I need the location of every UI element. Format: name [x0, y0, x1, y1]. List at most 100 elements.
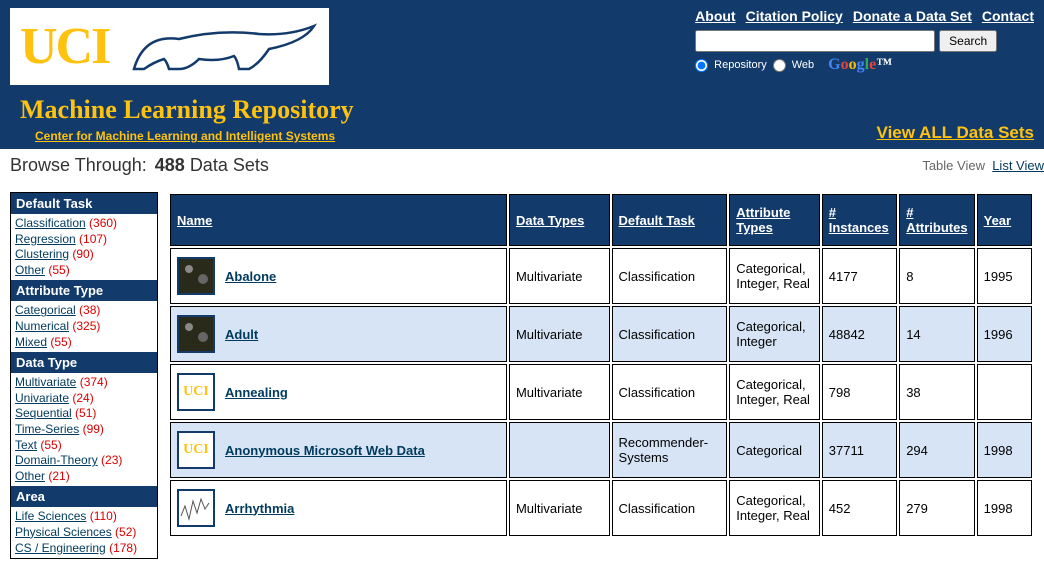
radio-repository[interactable] [695, 59, 708, 72]
site-header: UCI About Citation Policy Donate a Data … [0, 0, 1044, 149]
sidebar-section-header: Attribute Type [11, 280, 157, 301]
cell-natt: 8 [899, 248, 974, 304]
list-view-link[interactable]: List View [992, 158, 1044, 173]
browse-label: Browse Through: [10, 155, 147, 176]
column-header-link[interactable]: # Attributes [906, 205, 967, 235]
main-table-area: Name Data Types Default Task Attribute Type… [168, 192, 1034, 538]
cell-natt: 279 [899, 480, 974, 536]
sidebar-filter-link[interactable]: CS / Engineering [15, 541, 106, 555]
cell-dt: Multivariate [509, 248, 610, 304]
column-header-link[interactable]: # Instances [829, 205, 889, 235]
dataset-name-link[interactable]: Anonymous Microsoft Web Data [225, 443, 425, 458]
sidebar-filter-link[interactable]: Categorical [15, 303, 76, 317]
cell-task: Classification [612, 364, 728, 420]
sidebar-filter-link[interactable]: Mixed [15, 335, 47, 349]
cell-natt: 14 [899, 306, 974, 362]
cell-year: 1998 [977, 480, 1032, 536]
sidebar-filter-link[interactable]: Time-Series [15, 422, 79, 436]
cell-inst: 4177 [822, 248, 897, 304]
sidebar-filter-link[interactable]: Text [15, 438, 37, 452]
sidebar-filter-count: (55) [37, 438, 62, 452]
radio-web-label: Web [792, 59, 814, 71]
sidebar-filter-count: (52) [112, 525, 137, 539]
dataset-thumbnail: UCI [177, 431, 215, 469]
cell-natt: 38 [899, 364, 974, 420]
sidebar-section-header: Area [11, 486, 157, 507]
sidebar-filter-link[interactable]: Univariate [15, 391, 69, 405]
search-button[interactable]: Search [939, 30, 997, 52]
cell-inst: 37711 [822, 422, 897, 478]
link-citation[interactable]: Citation Policy [746, 8, 843, 24]
dataset-thumbnail [177, 257, 215, 295]
column-header-link[interactable]: Name [177, 213, 212, 228]
cell-attr: Categorical [729, 422, 820, 478]
sidebar-filter-count: (360) [86, 216, 117, 230]
column-header-link[interactable]: Data Types [516, 213, 584, 228]
sidebar-filter-count: (325) [69, 319, 100, 333]
dataset-name-link[interactable]: Adult [225, 327, 258, 342]
logo-uci-text: UCI [20, 17, 109, 76]
sidebar-filter-count: (90) [69, 247, 94, 261]
cell-task: Classification [612, 248, 728, 304]
search-input[interactable] [695, 30, 935, 52]
cell-task: Classification [612, 480, 728, 536]
view-all-datasets-link[interactable]: View ALL Data Sets [877, 123, 1034, 143]
sidebar-filter-link[interactable]: Regression [15, 232, 76, 246]
table-view-label: Table View [922, 158, 985, 173]
cell-attr: Categorical, Integer, Real [729, 480, 820, 536]
sidebar-filter-link[interactable]: Classification [15, 216, 86, 230]
sidebar-filter-count: (107) [76, 232, 107, 246]
sidebar-section-header: Default Task [11, 193, 157, 214]
logo-box[interactable]: UCI [10, 8, 329, 85]
sidebar-filter-link[interactable]: Other [15, 263, 45, 277]
cell-inst: 798 [822, 364, 897, 420]
dataset-thumbnail [177, 489, 215, 527]
sidebar-filter-link[interactable]: Domain-Theory [15, 453, 98, 467]
column-header-link[interactable]: Attribute Types [736, 205, 790, 235]
link-contact[interactable]: Contact [982, 8, 1034, 24]
column-header-link[interactable]: Year [984, 213, 1011, 228]
google-logo: Google™ [828, 56, 892, 74]
sidebar-filter-count: (24) [69, 391, 94, 405]
sidebar-filter-link[interactable]: Life Sciences [15, 509, 86, 523]
site-title: Machine Learning Repository [10, 95, 354, 125]
sidebar-filter-link[interactable]: Multivariate [15, 375, 76, 389]
sidebar-filter-link[interactable]: Clustering [15, 247, 69, 261]
sidebar-filter-count: (21) [45, 469, 70, 483]
column-header-link[interactable]: Default Task [619, 213, 695, 228]
cell-task: Recommender-Systems [612, 422, 728, 478]
cell-inst: 452 [822, 480, 897, 536]
site-subtitle-link[interactable]: Center for Machine Learning and Intellig… [10, 129, 335, 143]
cell-dt: Multivariate [509, 306, 610, 362]
sidebar-filter-count: (99) [79, 422, 104, 436]
table-row: AbaloneMultivariateClassificationCategor… [170, 248, 1032, 304]
sidebar-filter-link[interactable]: Other [15, 469, 45, 483]
link-about[interactable]: About [695, 8, 735, 24]
cell-attr: Categorical, Integer [729, 306, 820, 362]
table-row: UCI Anonymous Microsoft Web Data Recommend… [170, 422, 1032, 478]
sidebar-filter-link[interactable]: Physical Sciences [15, 525, 112, 539]
dataset-name-link[interactable]: Annealing [225, 385, 288, 400]
sidebar-filter-count: (55) [45, 263, 70, 277]
link-donate[interactable]: Donate a Data Set [853, 8, 972, 24]
dataset-name-link[interactable]: Abalone [225, 269, 276, 284]
datasets-table: Name Data Types Default Task Attribute Type… [168, 192, 1034, 538]
cell-year: 1996 [977, 306, 1032, 362]
radio-web[interactable] [773, 59, 786, 72]
sidebar-section-header: Data Type [11, 352, 157, 373]
dataset-thumbnail [177, 315, 215, 353]
sidebar-filter-count: (55) [47, 335, 72, 349]
sidebar-filter-link[interactable]: Numerical [15, 319, 69, 333]
cell-dt: Multivariate [509, 480, 610, 536]
dataset-name-link[interactable]: Arrhythmia [225, 501, 294, 516]
table-row: UCIAnnealingMultivariateClassificationCa… [170, 364, 1032, 420]
sidebar-filter-count: (374) [76, 375, 107, 389]
sidebar-filter-link[interactable]: Sequential [15, 406, 72, 420]
dataset-count: 488 [155, 155, 185, 175]
cell-natt: 294 [899, 422, 974, 478]
cell-year: 1995 [977, 248, 1032, 304]
cell-year [977, 364, 1032, 420]
sidebar-filter-count: (178) [106, 541, 137, 555]
sidebar: Default Task Classification (360) Regressi… [10, 192, 158, 559]
dataset-thumbnail: UCI [177, 373, 215, 411]
